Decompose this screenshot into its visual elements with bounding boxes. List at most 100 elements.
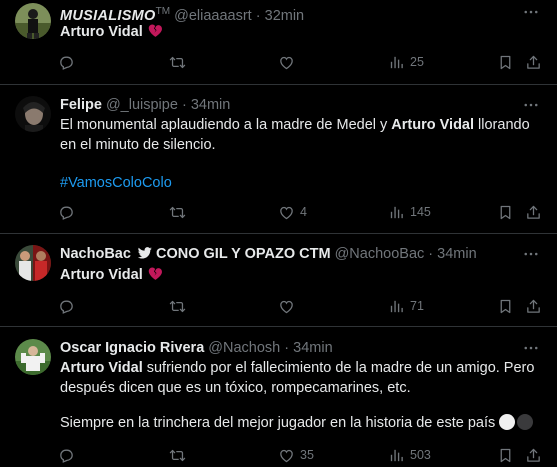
- reply-button[interactable]: [58, 445, 75, 465]
- bold-mention: Arturo Vidal: [60, 267, 143, 283]
- avatar[interactable]: [15, 96, 51, 132]
- reply-button[interactable]: [58, 202, 75, 222]
- bold-mention: Arturo Vidal: [60, 360, 143, 376]
- separator-dot: ·: [181, 97, 187, 113]
- avatar[interactable]: [15, 3, 51, 39]
- display-name[interactable]: Oscar Ignacio Rivera: [60, 340, 204, 356]
- tweet-text: Arturo Vidal: [60, 22, 541, 42]
- retweet-button[interactable]: [169, 202, 186, 222]
- bookmark-button[interactable]: [497, 202, 514, 222]
- avatar[interactable]: [15, 339, 51, 375]
- tweet-text: Arturo Vidal sufriendo por el fallecimie…: [60, 358, 541, 398]
- display-name[interactable]: NachoBac: [60, 246, 131, 262]
- share-icon: [525, 447, 542, 464]
- bookmark-button[interactable]: [497, 445, 514, 465]
- black-circle-emoji: [517, 414, 534, 430]
- timestamp[interactable]: 34min: [191, 97, 231, 113]
- views-count: 71: [410, 299, 424, 313]
- avatar[interactable]: [15, 245, 51, 281]
- tweet[interactable]: Oscar Ignacio Rivera @Nachosh · 34min Ar…: [0, 327, 557, 467]
- bold-mention: Arturo Vidal: [60, 24, 143, 40]
- views-button[interactable]: 71: [388, 296, 424, 316]
- more-icon[interactable]: [521, 339, 541, 357]
- views-count: 25: [410, 55, 424, 69]
- handle[interactable]: @Nachosh: [208, 340, 280, 356]
- reply-button[interactable]: [58, 296, 75, 316]
- views-button[interactable]: 25: [388, 52, 424, 72]
- bookmark-icon: [497, 204, 514, 221]
- retweet-button[interactable]: [169, 445, 186, 465]
- timestamp[interactable]: 34min: [293, 340, 333, 356]
- more-icon[interactable]: [521, 96, 541, 114]
- like-button[interactable]: 35: [278, 445, 314, 465]
- like-icon: [278, 204, 295, 221]
- reply-icon: [58, 298, 75, 315]
- display-name-suffix: CONO GIL Y OPAZO CTM: [155, 246, 331, 262]
- views-icon: [388, 447, 405, 464]
- share-icon: [525, 54, 542, 71]
- tweet-actions: 25: [58, 52, 541, 72]
- retweet-icon: [169, 298, 186, 315]
- broken-heart-emoji: [147, 265, 164, 282]
- bold-mention: Arturo Vidal: [391, 117, 475, 133]
- share-button[interactable]: [525, 445, 542, 465]
- bird-icon: [137, 247, 152, 259]
- handle[interactable]: @_luispipe: [106, 97, 178, 113]
- views-icon: [388, 54, 405, 71]
- more-icon[interactable]: [521, 3, 541, 21]
- share-button[interactable]: [525, 52, 542, 72]
- more-icon[interactable]: [521, 245, 541, 263]
- tweet-text: El monumental aplaudiendo a la madre de …: [60, 115, 541, 155]
- share-icon: [525, 204, 542, 221]
- tweet-actions: 71: [58, 296, 541, 316]
- like-button[interactable]: 4: [278, 202, 307, 222]
- reply-icon: [58, 54, 75, 71]
- like-icon: [278, 447, 295, 464]
- like-icon: [278, 298, 295, 315]
- name-suffix: TM: [155, 6, 171, 17]
- tweet-text-part: Siempre en la trinchera del mejor jugado…: [60, 415, 496, 431]
- tweet[interactable]: NachoBac CONO GIL Y OPAZO CTM @NachooBac…: [0, 234, 557, 327]
- tweet-text: Arturo Vidal: [60, 265, 541, 285]
- tweet[interactable]: MUSIALISMOTM @eliaaaasrt · 32min Arturo …: [0, 0, 557, 85]
- tweet-hashtag-line: #VamosColoColo: [60, 173, 541, 193]
- bookmark-button[interactable]: [497, 296, 514, 316]
- retweet-icon: [169, 54, 186, 71]
- broken-heart-emoji: [147, 22, 164, 39]
- tweet-actions: 35 503: [58, 445, 541, 465]
- hashtag-link[interactable]: #VamosColoColo: [60, 175, 172, 191]
- views-count: 503: [410, 448, 431, 462]
- separator-dot: ·: [284, 340, 290, 356]
- reply-icon: [58, 447, 75, 464]
- reply-icon: [58, 204, 75, 221]
- retweet-icon: [169, 204, 186, 221]
- tweet[interactable]: Felipe @_luispipe · 34min El monumental …: [0, 85, 557, 234]
- reply-button[interactable]: [58, 52, 75, 72]
- tweet-text-part: El monumental aplaudiendo a la madre de …: [60, 117, 392, 133]
- timestamp[interactable]: 34min: [437, 246, 477, 262]
- handle[interactable]: @NachooBac: [335, 246, 425, 262]
- views-button[interactable]: 145: [388, 202, 431, 222]
- separator-dot: ·: [428, 246, 434, 262]
- share-button[interactable]: [525, 296, 542, 316]
- like-button[interactable]: [278, 296, 295, 316]
- likes-count: 4: [300, 205, 307, 219]
- retweet-button[interactable]: [169, 296, 186, 316]
- tweet-header: Oscar Ignacio Rivera @Nachosh · 34min: [60, 339, 517, 357]
- display-name[interactable]: Felipe: [60, 97, 102, 113]
- bookmark-icon: [497, 54, 514, 71]
- bookmark-button[interactable]: [497, 52, 514, 72]
- tweet-header: Felipe @_luispipe · 34min: [60, 96, 517, 114]
- retweet-button[interactable]: [169, 52, 186, 72]
- tweet-actions: 4 145: [58, 202, 541, 222]
- tweet-header: NachoBac CONO GIL Y OPAZO CTM @NachooBac…: [60, 245, 517, 263]
- like-icon: [278, 54, 295, 71]
- views-count: 145: [410, 205, 431, 219]
- like-button[interactable]: [278, 52, 295, 72]
- views-icon: [388, 204, 405, 221]
- bookmark-icon: [497, 447, 514, 464]
- share-button[interactable]: [525, 202, 542, 222]
- white-circle-emoji: [499, 414, 516, 430]
- views-icon: [388, 298, 405, 315]
- views-button[interactable]: 503: [388, 445, 431, 465]
